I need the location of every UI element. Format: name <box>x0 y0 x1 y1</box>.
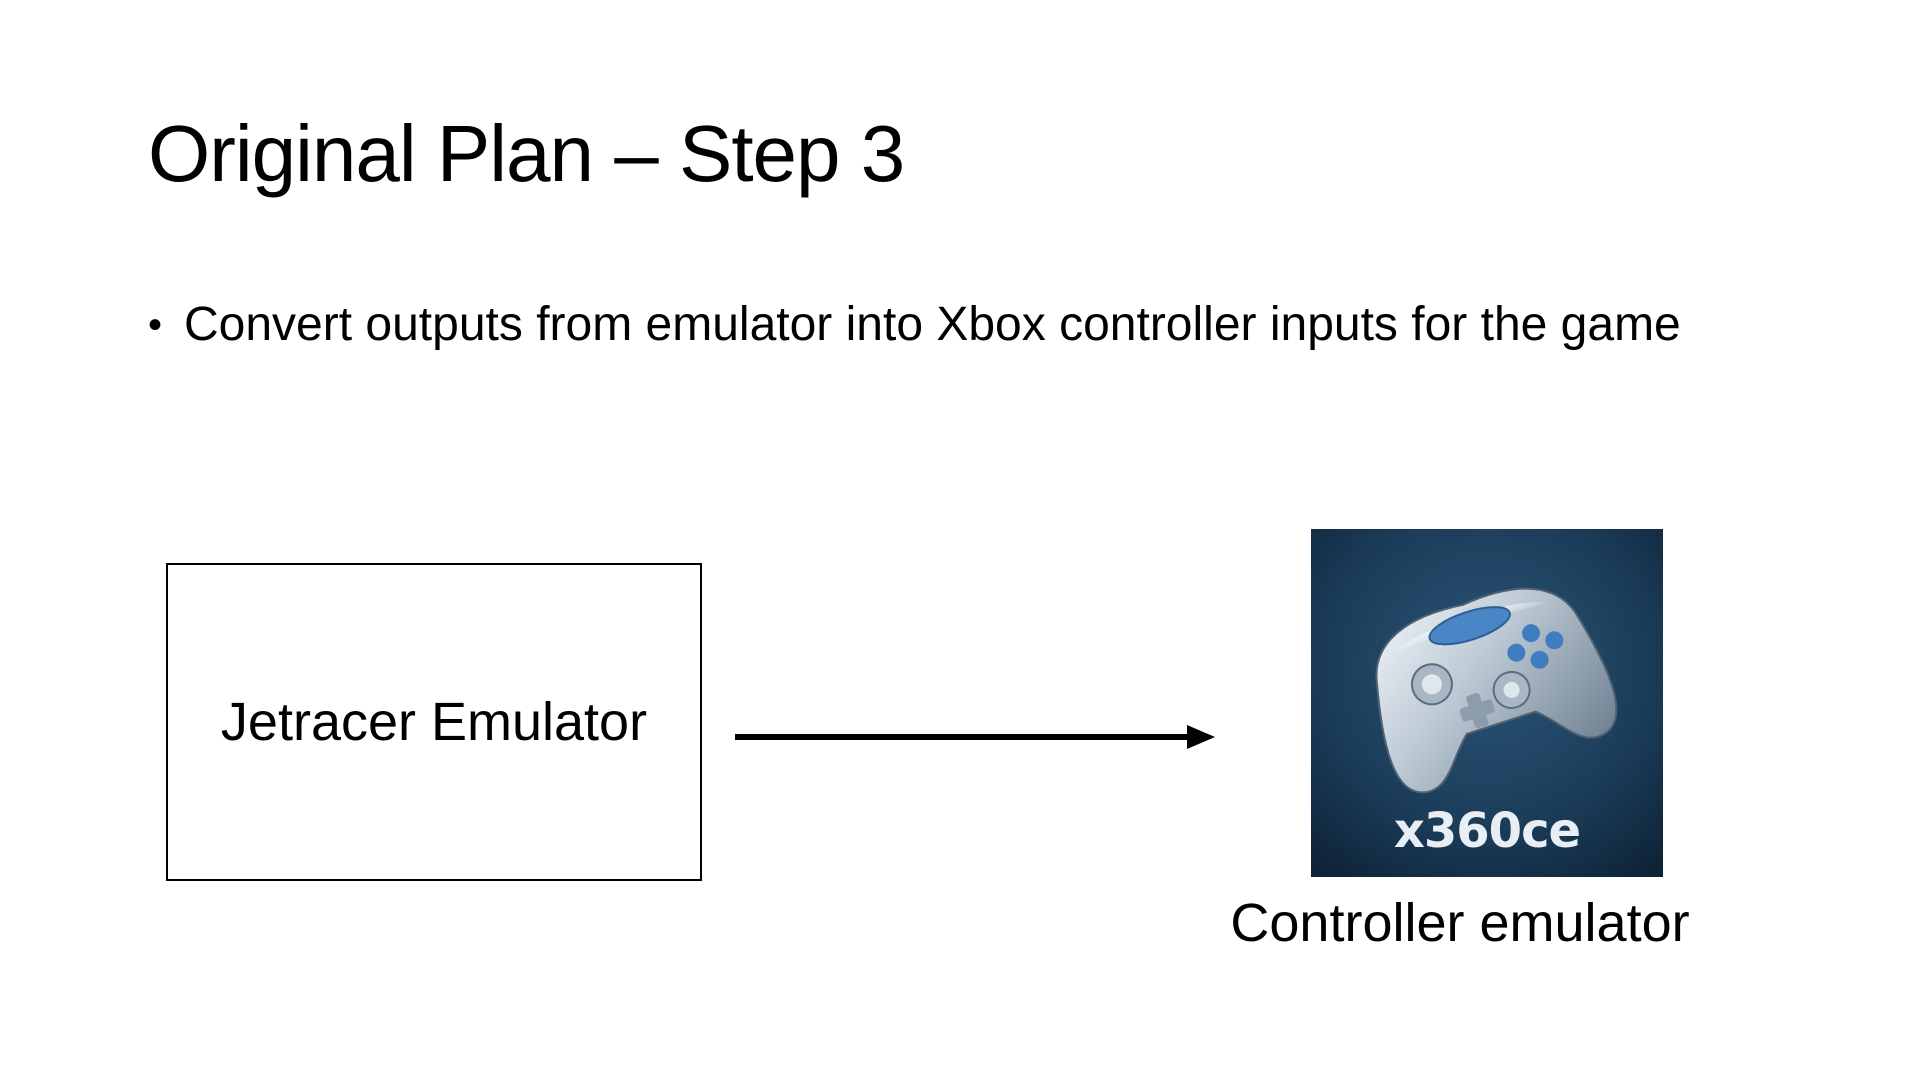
slide: Original Plan – Step 3 • Convert outputs… <box>0 0 1920 1080</box>
x360ce-app-icon: x360ce <box>1311 529 1663 877</box>
jetracer-emulator-box: Jetracer Emulator <box>166 563 702 881</box>
slide-title: Original Plan – Step 3 <box>148 109 905 198</box>
bullet-symbol: • <box>148 303 163 347</box>
flow-arrow <box>735 725 1215 749</box>
bullet-item: • Convert outputs from emulator into Xbo… <box>148 295 1768 355</box>
arrow-head <box>1187 725 1215 749</box>
bullet-text: Convert outputs from emulator into Xbox … <box>184 298 1681 351</box>
x360ce-icon-caption: x360ce <box>1393 803 1581 859</box>
bullet-list: • Convert outputs from emulator into Xbo… <box>148 295 1768 355</box>
controller-emulator-caption: Controller emulator <box>1230 893 1690 953</box>
jetracer-emulator-label: Jetracer Emulator <box>220 692 648 752</box>
